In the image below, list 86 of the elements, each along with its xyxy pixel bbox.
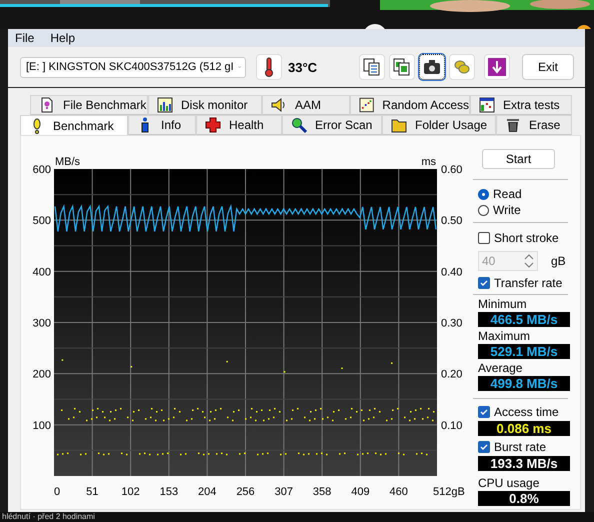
- copy-icon: [363, 58, 382, 76]
- axis-title: MB/s: [55, 156, 80, 168]
- radio-label: Read: [493, 187, 522, 202]
- tick-label: 512gB: [433, 486, 465, 498]
- tab[interactable]: Error Scan: [282, 115, 382, 136]
- magnifier-icon: [291, 117, 307, 134]
- calendar-icon: [479, 97, 495, 114]
- radio-button[interactable]: [478, 188, 489, 200]
- tick-label: 51: [86, 486, 98, 498]
- tick-label: 0.20: [441, 368, 462, 381]
- tick-label: 0.60: [441, 164, 462, 176]
- folder-icon: [391, 117, 407, 134]
- tick-label: 358: [312, 486, 332, 498]
- axis-title: ms: [421, 156, 436, 168]
- radio-button[interactable]: [478, 204, 489, 216]
- stat-readout: 193.3 MB/s: [478, 456, 570, 472]
- trash-icon: [505, 117, 521, 134]
- stat-label: Average: [478, 361, 524, 376]
- download-icon: [488, 58, 506, 76]
- copy-image-icon: [393, 58, 412, 76]
- checkbox-label: Access time: [494, 405, 559, 420]
- checkbox[interactable]: [478, 441, 490, 454]
- tab[interactable]: Disk monitor: [148, 95, 262, 116]
- checkmark-icon: [479, 442, 489, 452]
- tab[interactable]: AAM: [262, 95, 350, 116]
- tick-label: 307: [274, 486, 293, 498]
- stat-label: Minimum: [478, 297, 528, 312]
- tick-label: 400: [32, 266, 51, 279]
- stat-readout: 499.8 MB/s: [478, 376, 570, 392]
- checkbox-label: Transfer rate: [494, 276, 562, 290]
- checkmark-icon: [479, 278, 489, 288]
- tick-label: 153: [160, 486, 178, 498]
- radio-label: Write: [493, 203, 521, 218]
- temperature-reading: 33°C: [288, 60, 318, 75]
- scatter-plot-icon: [359, 97, 374, 114]
- tab[interactable]: Extra tests: [470, 95, 572, 116]
- thermometer-icon: [262, 57, 276, 78]
- tab[interactable]: File Benchmark: [30, 95, 148, 116]
- checkbox-label: Short stroke: [494, 231, 559, 246]
- tab[interactable]: Folder Usage: [382, 115, 496, 136]
- checkbox-label: Burst rate: [494, 440, 546, 454]
- background-caption: hlédnutí · před 2 hodinami: [2, 512, 95, 522]
- tab[interactable]: Info: [128, 115, 196, 136]
- stat-readout: 466.5 MB/s: [478, 312, 570, 328]
- speaker-icon: [271, 97, 287, 114]
- tick-label: 0.30: [441, 318, 462, 330]
- tick-label: 600: [32, 164, 51, 176]
- tick-label: 204: [198, 486, 216, 498]
- tab[interactable]: Health: [196, 115, 282, 136]
- tick-label: 460: [390, 486, 408, 498]
- stat-readout: 529.1 MB/s: [478, 344, 570, 360]
- tab[interactable]: Benchmark: [20, 115, 128, 136]
- menu-item[interactable]: File: [15, 31, 34, 46]
- checkbox[interactable]: [478, 232, 490, 244]
- camera-icon: [423, 58, 442, 76]
- tick-label: 409: [351, 486, 370, 498]
- document-icon: [39, 97, 55, 114]
- bar-chart-icon: [157, 97, 173, 114]
- stat-readout: 0.086 ms: [478, 421, 570, 436]
- tick-label: 500: [32, 215, 51, 228]
- tick-label: 102: [121, 486, 140, 498]
- stat-readout: 0.8%: [478, 491, 570, 506]
- tick-label: 200: [32, 368, 51, 381]
- tick-label: 300: [32, 318, 51, 330]
- exit-button[interactable]: Exit: [522, 54, 574, 80]
- tick-label: 256: [236, 486, 255, 498]
- tick-label: 0: [54, 486, 60, 498]
- tick-label: 0.40: [441, 266, 462, 279]
- checkbox[interactable]: [478, 406, 490, 418]
- start-button[interactable]: Start: [482, 149, 555, 170]
- checkbox[interactable]: [478, 277, 490, 290]
- cross-icon: [205, 117, 221, 134]
- tick-label: 100: [32, 420, 51, 432]
- tab[interactable]: Erase: [496, 115, 572, 136]
- tab[interactable]: Random Access: [350, 95, 470, 116]
- tick-label: 0.50: [441, 215, 462, 228]
- toolbar-button[interactable]: [419, 54, 446, 80]
- unit-label: gB: [551, 254, 566, 268]
- coins-icon: [453, 58, 472, 76]
- temperature-button[interactable]: [256, 54, 282, 80]
- drive-dropdown[interactable]: [E: ] KINGSTON SKC400S37512G (512 gI: [20, 56, 246, 78]
- stat-label: Maximum: [478, 329, 532, 344]
- menu-item[interactable]: Help: [50, 31, 76, 46]
- checkmark-icon: [479, 407, 489, 418]
- tick-label: 0.10: [441, 420, 462, 432]
- stat-label: CPU usage: [478, 476, 540, 490]
